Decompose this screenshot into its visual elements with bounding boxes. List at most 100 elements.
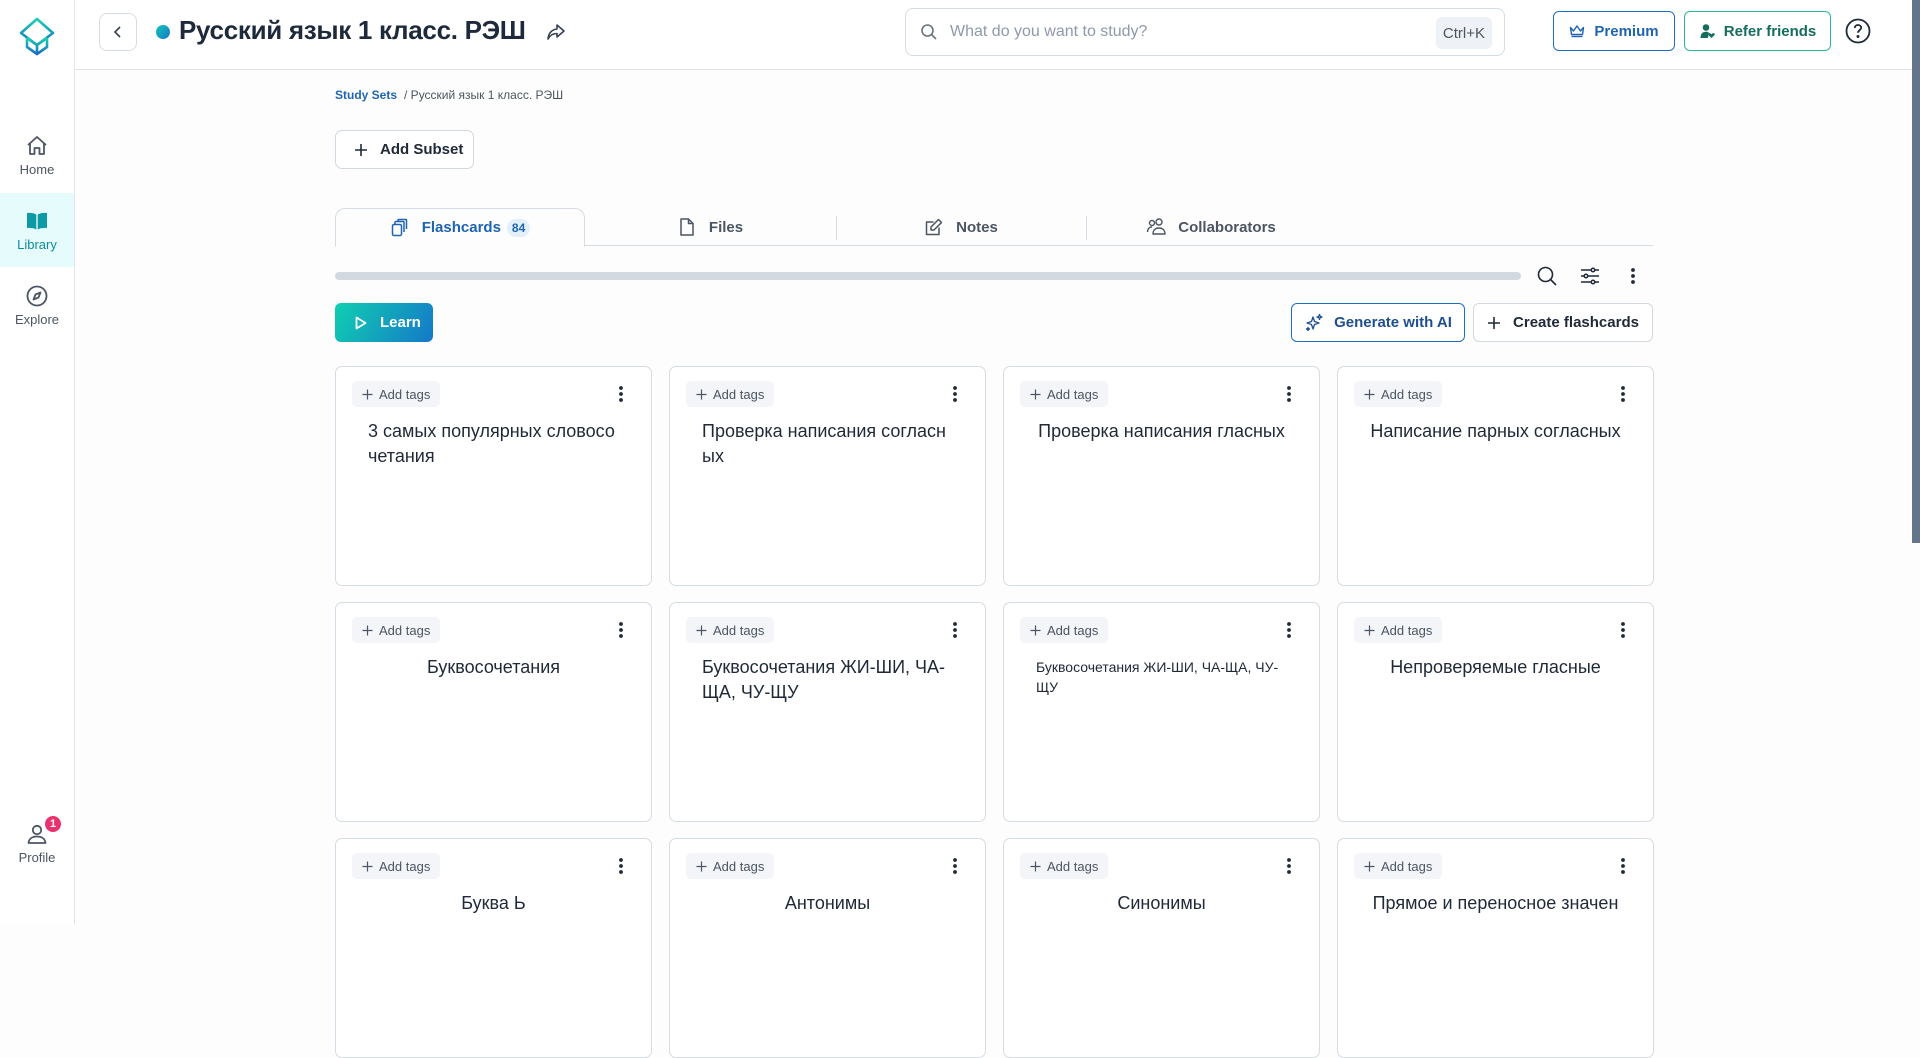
- compass-icon: [26, 285, 48, 306]
- flashcard[interactable]: Add tags Проверка написания гласных: [1003, 366, 1320, 586]
- plus-icon: [355, 143, 367, 156]
- flashcard[interactable]: Add tags Буквосочетания ЖИ-ШИ, ЧА-ЩА, ЧУ-…: [669, 602, 986, 822]
- share-icon[interactable]: [545, 21, 567, 43]
- flashcard-text: Буквосочетания ЖИ-ШИ, ЧА-ЩА, ЧУ-ЩУ: [1036, 659, 1279, 695]
- sparkles-icon: [1305, 313, 1323, 331]
- sidebar-item-profile[interactable]: Profile 1: [0, 806, 74, 880]
- tab-flashcards[interactable]: Flashcards 84: [335, 208, 585, 247]
- search-input[interactable]: [950, 23, 1420, 41]
- tab-bar: Flashcards 84 Files Notes Collaborators: [335, 208, 1653, 247]
- notification-badge: 1: [45, 816, 61, 832]
- sidebar-item-library[interactable]: Library: [0, 193, 74, 267]
- add-tags-label: Add tags: [379, 386, 431, 402]
- add-tags-label: Add tags: [379, 622, 431, 638]
- refer-friends-label: Refer friends: [1723, 22, 1817, 40]
- file-icon: [680, 218, 694, 236]
- learn-button[interactable]: Learn: [335, 303, 433, 342]
- more-vertical-icon[interactable]: [1285, 385, 1293, 403]
- more-vertical-icon[interactable]: [1619, 621, 1627, 639]
- tab-files[interactable]: Files: [585, 208, 835, 246]
- search-cards-button[interactable]: [1535, 264, 1559, 288]
- flashcard[interactable]: Add tags Антонимы: [669, 838, 986, 1058]
- flashcard[interactable]: Add tags Написание парных согласных: [1337, 366, 1654, 586]
- back-button[interactable]: [99, 13, 137, 51]
- flashcard[interactable]: Add tags Непроверяемые гласные: [1337, 602, 1654, 822]
- shortcut-hint: Ctrl+K: [1435, 17, 1492, 49]
- more-vertical-icon[interactable]: [951, 385, 959, 403]
- flashcard-text: Непроверяемые гласные: [1390, 657, 1601, 677]
- add-tags-button[interactable]: Add tags: [1354, 381, 1443, 407]
- breadcrumb-study-sets[interactable]: Study Sets: [335, 88, 397, 102]
- flashcards-count-badge: 84: [506, 218, 531, 237]
- add-subset-button[interactable]: Add Subset: [335, 130, 474, 169]
- sidebar-item-explore[interactable]: Explore: [0, 268, 74, 342]
- more-vertical-icon[interactable]: [617, 857, 625, 875]
- more-options-button[interactable]: [1621, 264, 1645, 288]
- add-tags-label: Add tags: [1381, 622, 1433, 638]
- more-vertical-icon[interactable]: [951, 857, 959, 875]
- flashcard-text: Буквосочетания: [426, 657, 561, 677]
- add-tags-label: Add tags: [713, 622, 765, 638]
- sidebar: Home Library Explore Profile 1: [0, 0, 75, 924]
- flashcard[interactable]: Add tags Буква Ь: [335, 838, 652, 1058]
- status-dot: [156, 25, 170, 39]
- flashcard-text: Буква Ь: [461, 893, 526, 913]
- scrollbar-thumb[interactable]: [1912, 0, 1920, 543]
- tab-label: Flashcards: [421, 219, 501, 236]
- tab-notes[interactable]: Notes: [836, 208, 1086, 246]
- breadcrumb-current: / Русский язык 1 класс. РЭШ: [404, 88, 564, 102]
- create-flashcards-button[interactable]: Create flashcards: [1473, 303, 1653, 342]
- flashcard[interactable]: Add tags Синонимы: [1003, 838, 1320, 1058]
- add-tags-button[interactable]: Add tags: [352, 381, 441, 407]
- search-bar[interactable]: Ctrl+K: [905, 8, 1505, 56]
- add-tags-label: Add tags: [713, 858, 765, 874]
- sidebar-item-home[interactable]: Home: [0, 118, 74, 192]
- add-tags-button[interactable]: Add tags: [1354, 853, 1443, 879]
- add-tags-button[interactable]: Add tags: [352, 853, 441, 879]
- flashcard-grid: Add tags 3 самых популярных словосо четан…: [335, 366, 1654, 1058]
- play-icon: [355, 316, 367, 329]
- add-tags-button[interactable]: Add tags: [686, 381, 775, 407]
- plus-icon: [362, 625, 373, 635]
- flashcard[interactable]: Add tags Буквосочетания: [335, 602, 652, 822]
- more-vertical-icon[interactable]: [951, 621, 959, 639]
- add-tags-button[interactable]: Add tags: [686, 853, 775, 879]
- more-vertical-icon[interactable]: [1285, 857, 1293, 875]
- tab-label: Collaborators: [1178, 218, 1276, 236]
- premium-button[interactable]: Premium: [1553, 11, 1675, 51]
- flashcard[interactable]: Add tags Буквосочетания ЖИ-ШИ, ЧА-ЩА, ЧУ-…: [1003, 602, 1320, 822]
- filter-button[interactable]: [1578, 264, 1602, 288]
- more-vertical-icon[interactable]: [617, 385, 625, 403]
- chevron-left-icon: [113, 26, 121, 38]
- tab-collaborators[interactable]: Collaborators: [1086, 208, 1336, 246]
- cards-stack-icon: [391, 218, 407, 236]
- plus-icon: [696, 861, 707, 871]
- more-vertical-icon: [1631, 268, 1635, 284]
- add-tags-button[interactable]: Add tags: [1020, 853, 1109, 879]
- add-tags-label: Add tags: [1381, 858, 1433, 874]
- plus-icon: [1030, 861, 1041, 871]
- logo-icon[interactable]: [15, 15, 59, 59]
- flashcard[interactable]: Add tags 3 самых популярных словосо четан…: [335, 366, 652, 586]
- add-tags-label: Add tags: [1047, 858, 1099, 874]
- more-vertical-icon[interactable]: [1619, 857, 1627, 875]
- generate-with-ai-button[interactable]: Generate with AI: [1291, 303, 1465, 342]
- add-tags-button[interactable]: Add tags: [1020, 381, 1109, 407]
- help-icon[interactable]: [1845, 18, 1871, 44]
- add-tags-label: Add tags: [379, 858, 431, 874]
- flashcard[interactable]: Add tags Проверка написания согласн ых: [669, 366, 986, 586]
- add-tags-button[interactable]: Add tags: [1354, 617, 1443, 643]
- flashcard[interactable]: Add tags Прямое и переносное значен: [1337, 838, 1654, 1058]
- more-vertical-icon[interactable]: [1285, 621, 1293, 639]
- add-tags-button[interactable]: Add tags: [686, 617, 775, 643]
- more-vertical-icon[interactable]: [617, 621, 625, 639]
- edit-note-icon: [925, 218, 943, 236]
- refer-friends-button[interactable]: Refer friends: [1684, 11, 1831, 51]
- plus-icon: [1364, 625, 1375, 635]
- user-heart-icon: [1700, 24, 1715, 38]
- more-vertical-icon[interactable]: [1619, 385, 1627, 403]
- generate-label: Generate with AI: [1334, 314, 1452, 331]
- plus-icon: [1364, 389, 1375, 399]
- add-tags-button[interactable]: Add tags: [352, 617, 441, 643]
- add-tags-button[interactable]: Add tags: [1020, 617, 1109, 643]
